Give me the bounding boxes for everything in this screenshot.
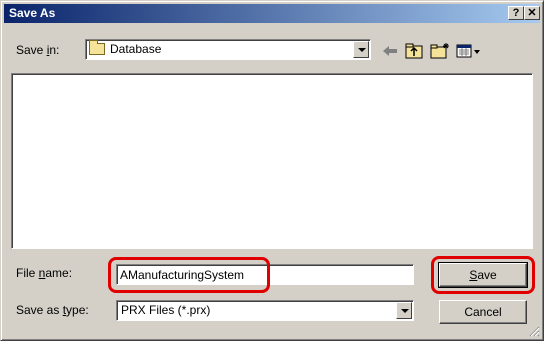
save-as-type-value: PRX Files (*.prx) bbox=[121, 303, 211, 317]
file-list[interactable] bbox=[11, 73, 533, 249]
save-in-label: Save in: bbox=[16, 43, 60, 57]
up-folder-icon[interactable] bbox=[403, 41, 425, 61]
file-name-input[interactable] bbox=[116, 264, 414, 285]
save-as-dialog: Save As ? ✕ Save in: Database File name:… bbox=[0, 0, 544, 341]
close-button[interactable]: ✕ bbox=[524, 6, 540, 20]
help-button[interactable]: ? bbox=[508, 6, 524, 20]
save-as-type-label: Save as type: bbox=[16, 303, 89, 317]
chevron-down-icon[interactable] bbox=[396, 302, 412, 319]
help-icon: ? bbox=[512, 7, 520, 19]
save-in-value: Database bbox=[110, 42, 162, 56]
window-title: Save As bbox=[9, 6, 56, 20]
back-arrow-icon[interactable] bbox=[379, 41, 401, 61]
new-folder-icon[interactable] bbox=[429, 41, 451, 61]
view-menu-icon[interactable] bbox=[455, 41, 481, 61]
resize-grip-icon[interactable] bbox=[528, 325, 540, 337]
save-button[interactable]: Save bbox=[438, 262, 528, 288]
folder-icon bbox=[89, 40, 105, 55]
save-in-dropdown[interactable]: Database bbox=[85, 39, 371, 60]
close-icon: ✕ bbox=[527, 7, 537, 19]
file-name-label: File name: bbox=[16, 266, 73, 280]
chevron-down-icon[interactable] bbox=[353, 41, 369, 58]
cancel-button[interactable]: Cancel bbox=[439, 300, 527, 324]
save-as-type-dropdown[interactable]: PRX Files (*.prx) bbox=[116, 300, 414, 321]
title-bar[interactable]: Save As ? ✕ bbox=[4, 4, 540, 23]
